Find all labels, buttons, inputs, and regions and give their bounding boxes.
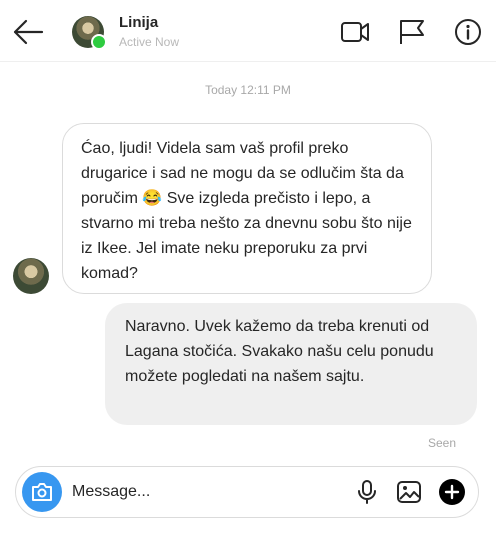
message-input[interactable] (72, 480, 282, 504)
camera-icon[interactable] (22, 472, 62, 512)
header-avatar[interactable] (72, 16, 107, 50)
video-camera-icon[interactable] (340, 18, 370, 46)
seen-indicator: Seen (427, 436, 456, 450)
plus-icon[interactable] (439, 479, 465, 505)
chat-status: Active Now (119, 35, 180, 49)
message-timestamp: Today 12:11 PM (205, 83, 291, 97)
chat-header: Linija Active Now (0, 0, 496, 62)
outgoing-message[interactable]: Naravno. Uvek kažemo da treba krenuti od… (105, 303, 477, 425)
message-composer (15, 466, 479, 518)
microphone-icon[interactable] (354, 479, 380, 505)
chat-title-block[interactable]: Linija Active Now (119, 14, 179, 50)
chat-name: Linija (119, 14, 159, 31)
sender-avatar[interactable] (13, 258, 49, 294)
back-arrow-icon[interactable] (12, 18, 44, 46)
info-icon[interactable] (453, 18, 483, 46)
incoming-message[interactable]: Ćao, ljudi! Videla sam vaš profil preko … (62, 123, 432, 294)
online-status-dot (91, 34, 107, 50)
flag-icon[interactable] (397, 18, 427, 46)
image-icon[interactable] (396, 479, 422, 505)
